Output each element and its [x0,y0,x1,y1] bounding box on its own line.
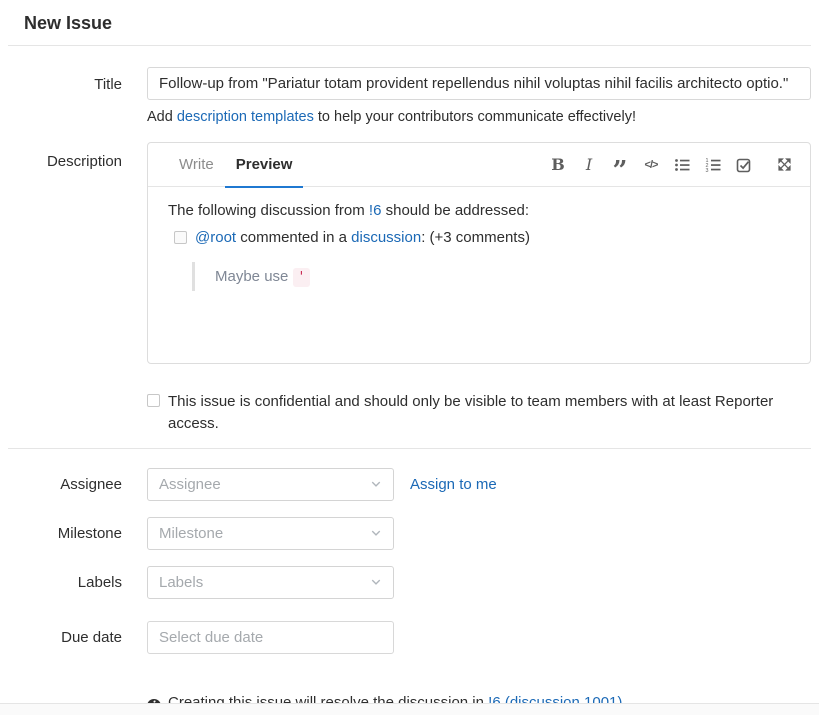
title-help-text: Add description templates to help your c… [147,109,811,125]
task-mid-text: commented in a [236,229,351,246]
quoted-comment: Maybe use ' [192,262,790,291]
fullscreen-icon[interactable] [772,153,796,177]
preview-intro-line: The following discussion from !6 should … [168,200,790,222]
milestone-dropdown-value: Milestone [159,525,223,542]
labels-dropdown-value: Labels [159,574,203,591]
merge-request-link[interactable]: !6 [369,202,382,219]
inline-code: ' [293,268,311,287]
markdown-editor: Write Preview B I ” </> [147,142,811,364]
new-issue-page: New Issue Title Add description template… [0,13,819,711]
title-input[interactable] [147,67,811,100]
confidential-row: This issue is confidential and should on… [8,391,811,435]
chevron-down-icon [370,576,382,588]
page-footer [0,703,819,715]
task-text: @root commented in a discussion: (+3 com… [195,229,530,246]
section-divider [8,448,811,449]
tab-write[interactable]: Write [168,143,225,187]
description-templates-link[interactable]: description templates [177,109,314,125]
intro-suffix: should be addressed: [381,202,529,219]
numbered-list-icon[interactable]: 1 2 3 [701,153,725,177]
assign-to-me-link[interactable]: Assign to me [410,468,497,501]
page-title: New Issue [24,13,795,34]
labels-label: Labels [8,566,147,591]
milestone-label: Milestone [8,517,147,542]
title-row: Title Add description templates to help … [8,67,811,125]
markdown-toolbar: B I ” </> 1 2 [546,153,796,177]
title-label: Title [8,67,147,93]
user-link[interactable]: @root [195,229,236,246]
quote-text: Maybe use [215,268,293,285]
description-label: Description [8,142,147,170]
task-checkbox[interactable] [174,231,187,244]
editor-tab-bar: Write Preview B I ” </> [148,143,810,187]
milestone-dropdown[interactable]: Milestone [147,517,394,550]
italic-icon[interactable]: I [577,153,601,177]
discussion-link[interactable]: discussion [351,229,421,246]
confidential-checkbox[interactable] [147,394,160,407]
confidential-option[interactable]: This issue is confidential and should on… [147,391,811,435]
milestone-row: Milestone Milestone [8,517,811,550]
bulleted-list-icon[interactable] [670,153,694,177]
markdown-preview: The following discussion from !6 should … [148,187,810,363]
chevron-down-icon [370,478,382,490]
help-prefix: Add [147,109,177,125]
assignee-dropdown-value: Assignee [159,476,221,493]
svg-text:3: 3 [706,168,709,173]
intro-prefix: The following discussion from [168,202,369,219]
bold-icon[interactable]: B [546,153,570,177]
header-divider [8,45,811,46]
description-row: Description Write Preview B I ” </> [8,142,811,364]
task-suffix-text: : (+3 comments) [421,229,530,246]
assignee-row: Assignee Assignee Assign to me [8,468,811,501]
labels-dropdown[interactable]: Labels [147,566,394,599]
due-date-input[interactable] [147,621,394,654]
tab-preview[interactable]: Preview [225,143,304,187]
due-date-label: Due date [8,621,147,646]
chevron-down-icon [370,527,382,539]
labels-row: Labels Labels [8,566,811,599]
quote-icon[interactable]: ” [608,153,632,177]
due-date-row: Due date [8,621,811,654]
task-list-item: @root commented in a discussion: (+3 com… [168,229,790,246]
assignee-dropdown[interactable]: Assignee [147,468,394,501]
task-list-icon[interactable] [732,153,756,177]
confidential-text: This issue is confidential and should on… [168,391,811,435]
code-icon[interactable]: </> [639,153,663,177]
help-suffix: to help your contributors communicate ef… [314,109,636,125]
assignee-label: Assignee [8,468,147,493]
